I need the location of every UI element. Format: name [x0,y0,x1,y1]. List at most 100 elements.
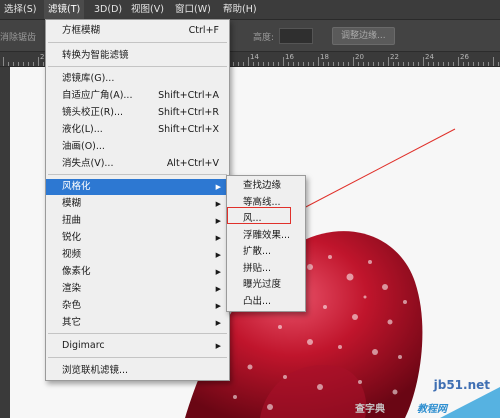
ruler-tick [488,62,489,66]
stylize-menu-item[interactable]: 拼贴... [227,261,305,277]
ruler-tick [283,57,284,66]
ruler-tick [318,57,319,66]
ruler-tick [413,62,414,66]
ruler-tick [458,57,459,66]
submenu-arrow-icon: ▶ [215,217,221,225]
ruler-tick [313,62,314,66]
menu-item-label: 镜头校正(R)... [62,107,124,118]
menu-3d[interactable]: 3D(D) [90,0,126,19]
ruler-tick [368,62,369,66]
menu-window[interactable]: 窗口(W) [171,0,215,19]
menu-item-label: 视频 [62,249,82,260]
submenu-arrow-icon: ▶ [215,342,221,350]
filter-menu-item[interactable]: 镜头校正(R)... Shift+Ctrl+R [46,105,229,121]
filter-menu-item[interactable]: 模糊 ▶ [46,196,229,212]
filter-menu-item[interactable]: 其它 ▶ [46,315,229,331]
ruler-tick [43,62,44,66]
submenu-arrow-icon: ▶ [215,302,221,310]
menu-separator [48,174,227,175]
ruler-tick [418,62,419,66]
ruler-tick [293,62,294,66]
ruler-tick [463,62,464,66]
filter-menu-item[interactable]: 液化(L)... Shift+Ctrl+X [46,122,229,138]
filter-menu-item[interactable]: 方框模糊 Ctrl+F [46,23,229,39]
ruler-tick [473,62,474,66]
ruler-tick [323,62,324,66]
filter-menu-item[interactable]: 自适应广角(A)... Shift+Ctrl+A [46,88,229,104]
filter-menu-item[interactable]: 锐化 ▶ [46,230,229,246]
ruler-tick [393,62,394,66]
menu-item-label: 自适应广角(A)... [62,90,133,101]
stylize-menu-item[interactable]: 凸出... [227,294,305,310]
menu-item-label: 杂色 [62,300,82,311]
stylize-menu-item[interactable]: 扩散... [227,244,305,260]
ruler-tick [443,62,444,66]
ruler-tick [468,62,469,66]
submenu-arrow-icon: ▶ [215,251,221,259]
menu-select[interactable]: 选择(S) [0,0,40,19]
ruler-tick [398,62,399,66]
menu-filter[interactable]: 滤镜(T) [44,0,85,19]
menu-item-shortcut: Shift+Ctrl+R [157,107,219,118]
menu-item-shortcut: Shift+Ctrl+X [158,124,219,135]
ruler-tick [403,62,404,66]
ruler-tick [303,62,304,66]
ruler-tick [243,62,244,66]
ruler-tick [343,62,344,66]
height-label: 高度: [253,33,275,43]
filter-menu-item[interactable]: 像素化 ▶ [46,264,229,280]
ruler-tick [13,62,14,66]
ruler-tick [288,62,289,66]
submenu-arrow-icon: ▶ [215,200,221,208]
menu-view[interactable]: 视图(V) [127,0,168,19]
filter-menu-item[interactable]: 转换为智能滤镜 [46,48,229,64]
stylize-menu-item[interactable]: 曝光过度 [227,277,305,293]
submenu-arrow-icon: ▶ [215,285,221,293]
stylize-menu-item[interactable]: 浮雕效果... [227,228,305,244]
menu-help[interactable]: 帮助(H) [219,0,261,19]
ruler-tick [338,62,339,66]
ruler-tick [38,57,39,66]
ruler-tick [388,57,389,66]
menu-item-shortcut: Ctrl+F [188,25,219,36]
filter-menu-item[interactable]: 消失点(V)... Alt+Ctrl+V [46,156,229,172]
ruler-tick [268,62,269,66]
ruler-number: 24 [425,53,434,61]
filter-menu-item[interactable]: 滤镜库(G)... [46,71,229,87]
ruler-tick [408,62,409,66]
ruler-tick [298,62,299,66]
filter-menu-item[interactable]: 扭曲 ▶ [46,213,229,229]
menu-item-label: 锐化 [62,232,82,243]
watermark-text-b: 教程网 [417,404,447,415]
ruler-tick [278,62,279,66]
ruler-tick [238,62,239,66]
ruler-tick [353,57,354,66]
filter-menu-item[interactable]: 杂色 ▶ [46,298,229,314]
ruler-tick [3,57,4,66]
ruler-tick [18,62,19,66]
filter-menu-item[interactable]: 渲染 ▶ [46,281,229,297]
filter-menu-item[interactable]: 风格化 ▶ [46,179,229,195]
filter-menu: 方框模糊 Ctrl+F 转换为智能滤镜 滤镜库(G)... 自适应广角(A)... Shi… [45,19,230,381]
watermark-text-a: 查字典 [355,404,385,415]
ruler-tick [253,62,254,66]
filter-menu-item[interactable]: 油画(O)... [46,139,229,155]
filter-menu-item[interactable]: Digimarc ▶ [46,338,229,354]
ruler-tick [328,62,329,66]
ruler-tick [428,62,429,66]
stylize-menu-item[interactable]: 查找边缘 [227,178,305,194]
stylize-submenu: 查找边缘 等高线... 风... 浮雕效果... 扩散... 拼贴... 曝光过度 凸出... [226,175,306,312]
refine-edge-button[interactable]: 调整边缘... [332,27,395,45]
height-field[interactable] [279,28,313,44]
vertical-ruler [0,67,10,418]
menu-separator [48,333,227,334]
ruler-number: 22 [390,53,399,61]
ruler-tick [333,62,334,66]
ruler-tick [248,57,249,66]
ruler-tick [348,62,349,66]
filter-menu-item[interactable]: 浏览联机滤镜... [46,363,229,379]
menu-separator [48,66,227,67]
menu-item-label: 模糊 [62,198,82,209]
filter-menu-item[interactable]: 视频 ▶ [46,247,229,263]
ruler-number: 20 [355,53,364,61]
